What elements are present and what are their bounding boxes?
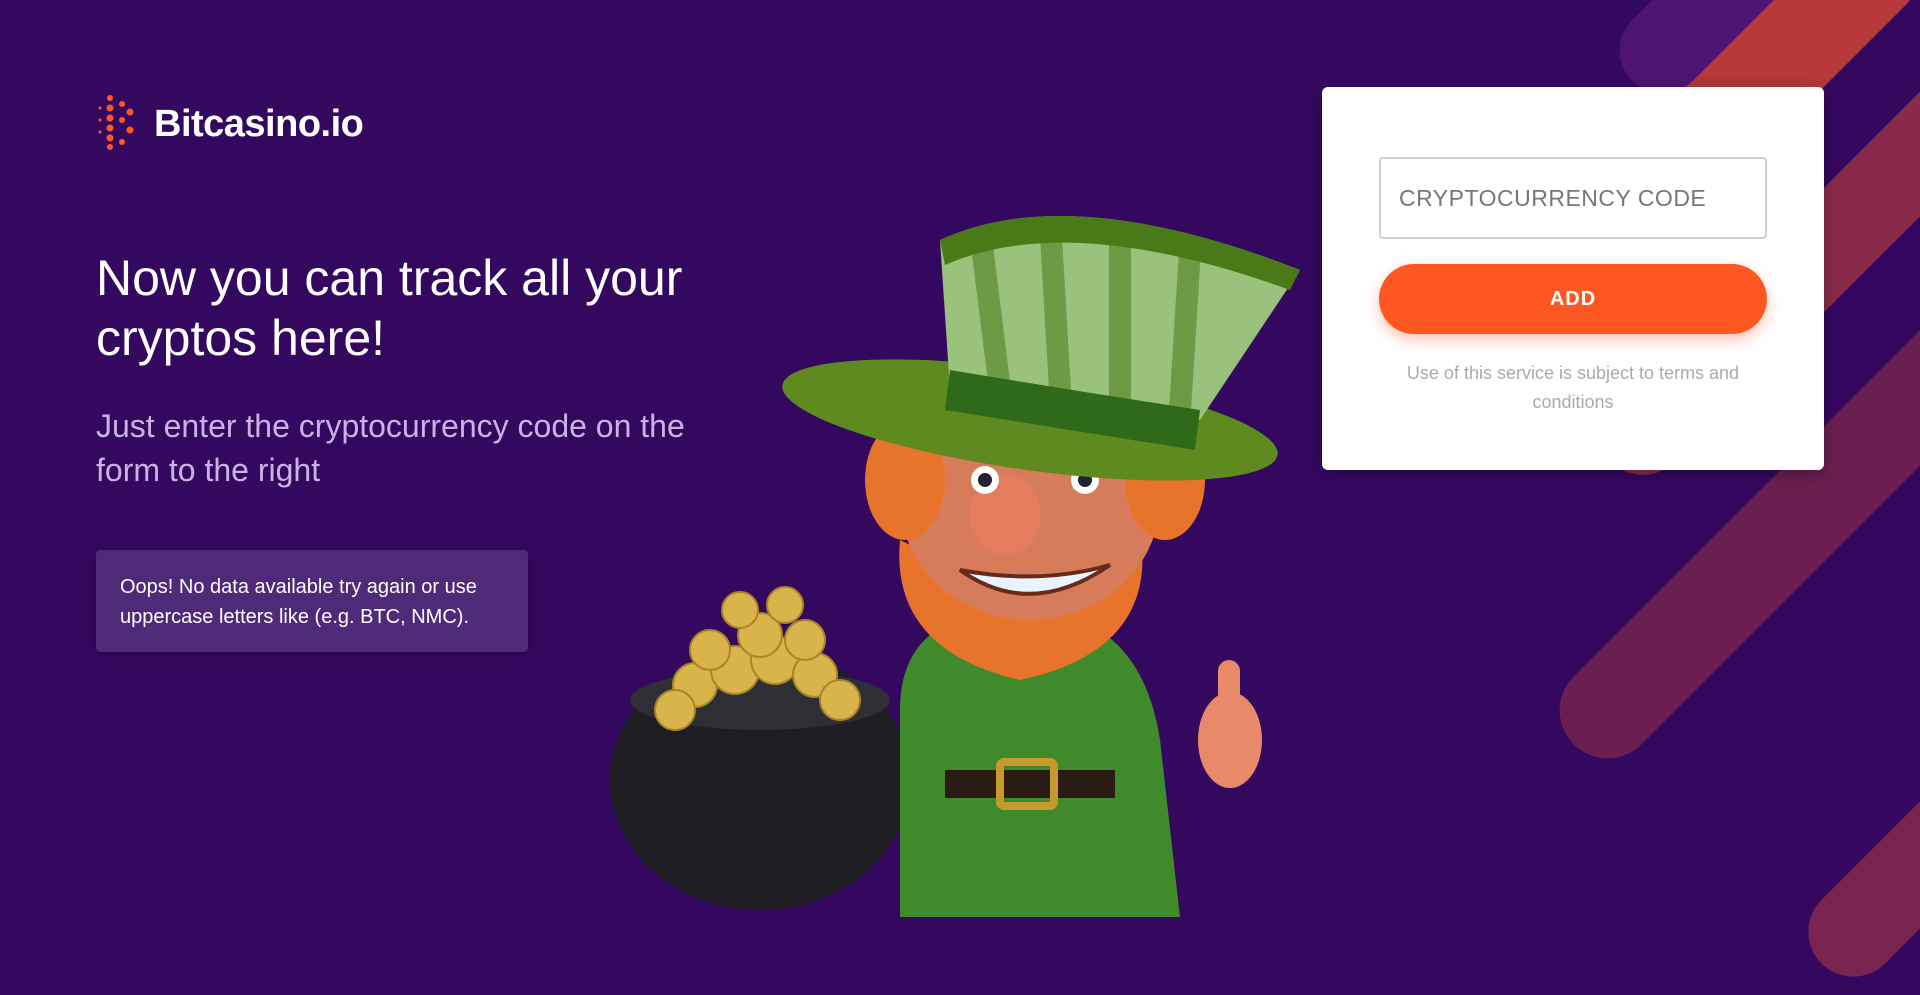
crypto-form-card: ADD Use of this service is subject to te… bbox=[1322, 87, 1824, 470]
add-button[interactable]: ADD bbox=[1379, 264, 1767, 334]
stripe bbox=[1789, 634, 1920, 995]
cryptocurrency-code-input[interactable] bbox=[1379, 157, 1767, 239]
dotted-b-icon bbox=[96, 92, 142, 157]
leprechaun-with-gold-pot-icon bbox=[600, 180, 1320, 922]
terms-notice: Use of this service is subject to terms … bbox=[1406, 363, 1740, 412]
brand-name: Bitcasino.io bbox=[154, 103, 364, 145]
brand-logo[interactable]: Bitcasino.io bbox=[96, 92, 364, 157]
error-alert: Oops! No data available try again or use… bbox=[96, 550, 528, 652]
